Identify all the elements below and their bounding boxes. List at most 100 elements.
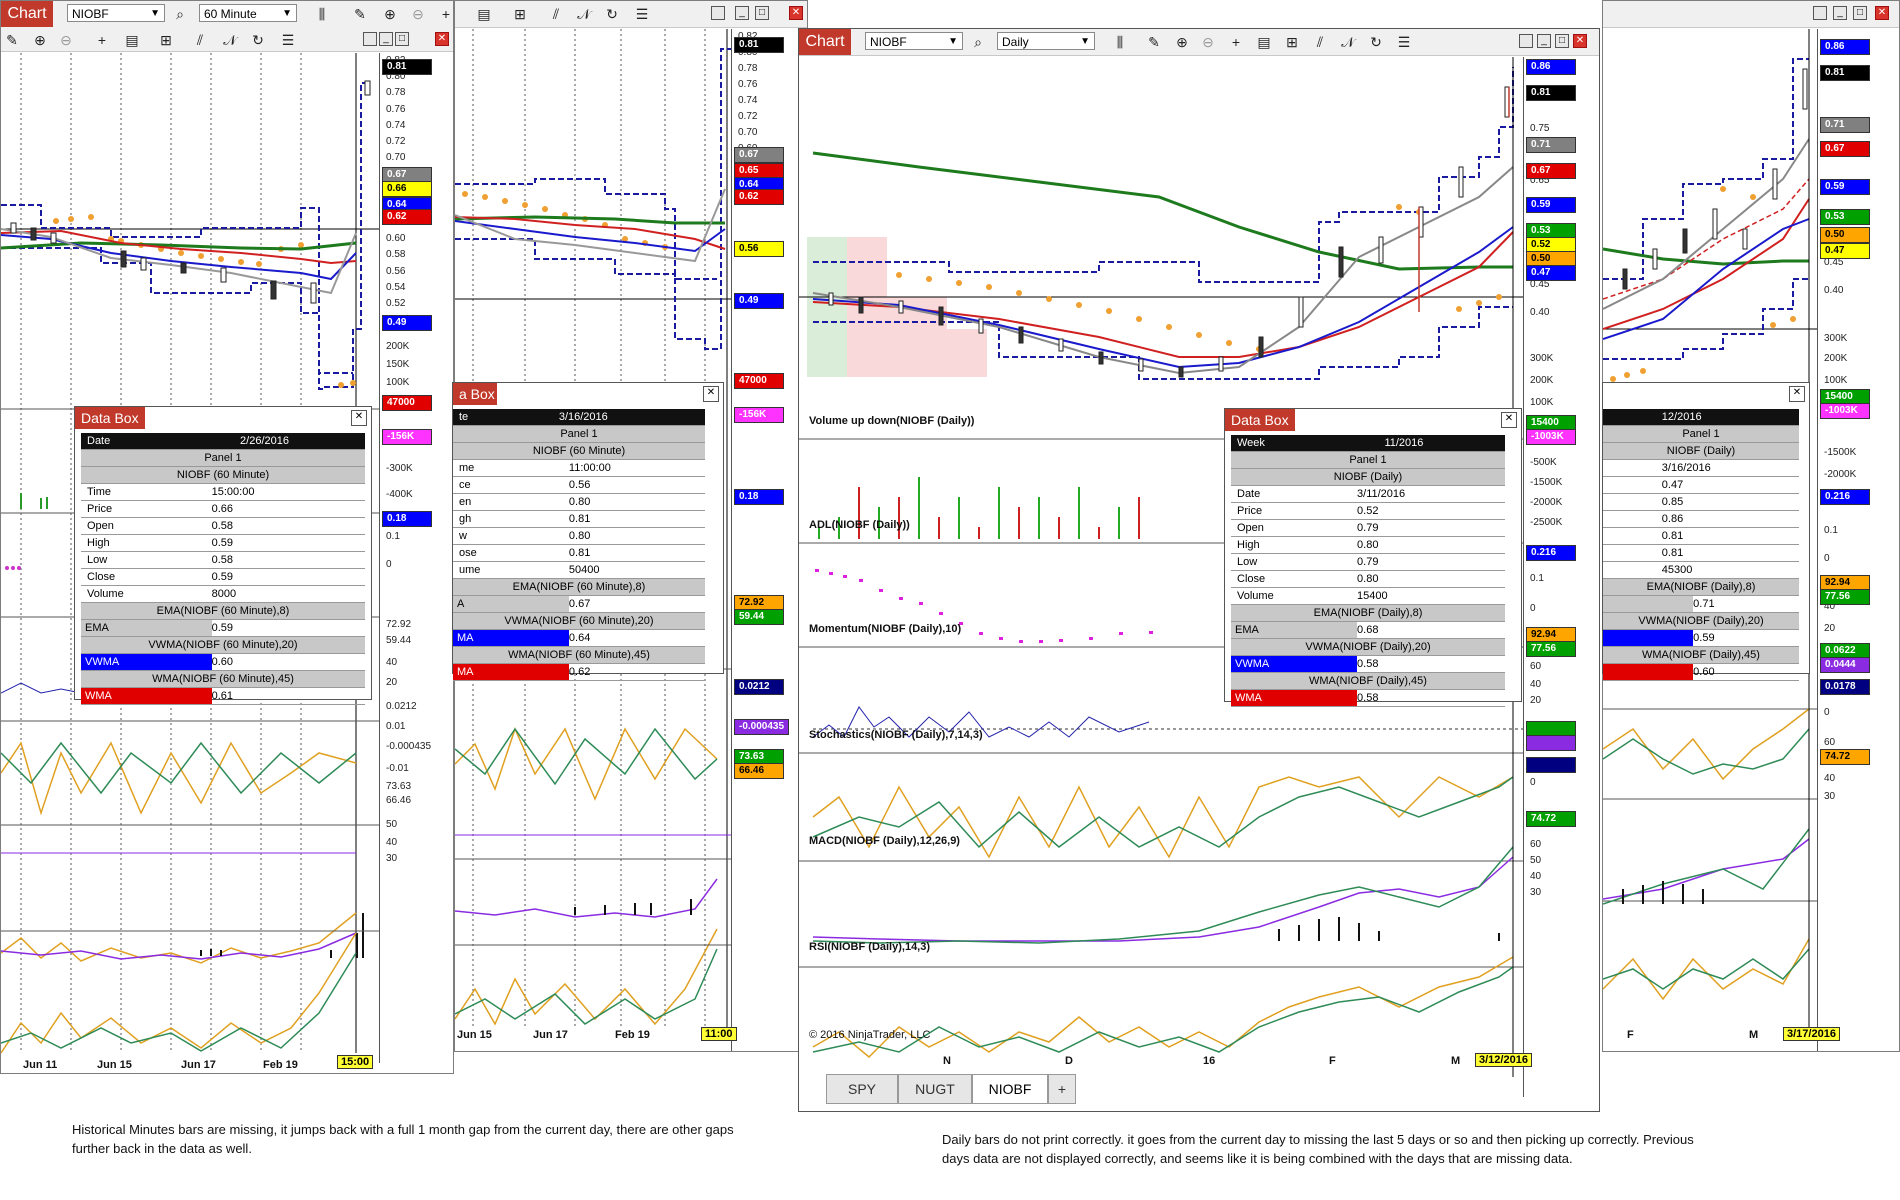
symbol-selector[interactable]: NIOBF ▼ — [865, 32, 963, 50]
minimize-button[interactable]: _ — [735, 6, 749, 20]
list-icon[interactable]: ☰ — [279, 31, 297, 49]
axis-tick: 0 — [1530, 603, 1536, 614]
search-icon[interactable]: ⌕ — [969, 33, 987, 51]
bar-type-icon[interactable]: ⫼ — [313, 5, 331, 23]
data-box-header: Data Box ✕ — [1225, 409, 1521, 431]
float-button[interactable] — [711, 6, 725, 20]
x-label: Jun 11 — [23, 1059, 58, 1071]
zoom-out-icon[interactable]: ⊖ — [409, 5, 427, 23]
reload-icon[interactable]: ↻ — [1367, 33, 1385, 51]
close-button[interactable]: ✕ — [789, 6, 803, 20]
list-icon[interactable]: ☰ — [633, 5, 651, 23]
minimize-button[interactable]: _ — [379, 32, 393, 46]
properties-icon[interactable]: ▤ — [1255, 33, 1273, 51]
tab-nugt[interactable]: NUGT — [898, 1074, 972, 1104]
indicator-icon[interactable]: 𝒩 — [1339, 33, 1357, 51]
interval-selector[interactable]: 60 Minute ▼ — [199, 4, 297, 22]
reload-icon[interactable]: ↻ — [603, 5, 621, 23]
zoom-in-icon[interactable]: ⊕ — [31, 31, 49, 49]
price-tag: 0.53 — [1820, 209, 1870, 225]
drawing-tools-icon[interactable]: ⫽ — [547, 5, 565, 23]
pencil-icon[interactable]: ✎ — [1145, 33, 1163, 51]
data-box-indicator-row: A 0.67 — [453, 596, 705, 613]
indicator-tag: 77.56 — [1526, 641, 1576, 657]
close-icon[interactable]: ✕ — [703, 386, 719, 402]
zoom-in-icon[interactable]: ⊕ — [381, 5, 399, 23]
chart-menu-button[interactable]: Chart — [799, 29, 851, 55]
minimize-button[interactable]: _ — [1833, 6, 1847, 20]
axis-tick: 40 — [1530, 871, 1542, 882]
data-box-daily-2[interactable]: ✕ 12/2016 Panel 1 NIOBF (Daily) 3/16/201… — [1602, 382, 1810, 681]
data-box-indicator-key — [1603, 630, 1694, 646]
maximize-button[interactable]: □ — [1555, 34, 1569, 48]
close-button[interactable]: ✕ — [1573, 34, 1587, 48]
data-box-indicator-title: EMA(NIOBF (60 Minute),8) — [81, 603, 365, 620]
volume-panel-label: Volume up down(NIOBF (Daily)) — [809, 415, 975, 427]
crosshair-icon[interactable]: + — [93, 31, 111, 49]
data-box-60min-2[interactable]: a Box ✕ te 3/16/2016 Panel 1 NIOBF (60 Mi… — [452, 382, 724, 681]
price-axis[interactable]: 0.750.400.45300K200K100K-1500K-2000K-250… — [1817, 29, 1899, 1051]
data-box-indicator-title: WMA(NIOBF (Daily),45) — [1603, 647, 1799, 664]
add-tab-button[interactable]: + — [1048, 1074, 1076, 1104]
zoom-in-icon[interactable]: ⊕ — [1173, 33, 1191, 51]
strategy-icon[interactable]: ⊞ — [511, 5, 529, 23]
data-box-indicator-value: 0.61 — [211, 690, 234, 702]
data-box-row: Price 0.66 — [81, 501, 365, 518]
data-box-indicator-key: WMA — [1231, 690, 1358, 706]
float-button[interactable] — [363, 32, 377, 46]
x-label: Feb 19 — [263, 1059, 298, 1071]
axis-tick: 150K — [386, 359, 410, 370]
maximize-button[interactable]: □ — [395, 32, 409, 46]
close-button[interactable]: ✕ — [1875, 6, 1889, 20]
float-button[interactable] — [1519, 34, 1533, 48]
tab-spy[interactable]: SPY — [826, 1074, 898, 1104]
search-icon[interactable]: ⌕ — [171, 5, 189, 23]
pencil-icon[interactable]: ✎ — [3, 31, 21, 49]
data-box-indicator-value: 0.71 — [1693, 598, 1715, 610]
zoom-out-icon[interactable]: ⊖ — [57, 31, 75, 49]
price-tag: 0.81 — [382, 59, 432, 75]
price-axis[interactable]: 0.750.650.550.500.450.40300K200K100K0K-5… — [1523, 57, 1599, 1097]
zoom-out-icon[interactable]: ⊖ — [1199, 33, 1217, 51]
axis-tick: 40 — [1530, 679, 1542, 690]
price-tag: 0.62 — [734, 189, 784, 205]
price-axis[interactable]: 0.820.800.780.760.740.720.700.600.580.54… — [731, 29, 807, 1051]
price-axis[interactable]: 0.820.800.780.760.740.720.700.680.660.64… — [379, 53, 450, 1063]
axis-tick: 100K — [1530, 397, 1554, 408]
data-box-row: ose 0.81 — [453, 545, 705, 562]
close-icon[interactable]: ✕ — [351, 410, 367, 426]
close-icon[interactable]: ✕ — [1501, 412, 1517, 428]
maximize-button[interactable]: □ — [1853, 6, 1867, 20]
data-box-series: NIOBF (Daily) — [1231, 469, 1505, 486]
close-icon[interactable]: ✕ — [1789, 386, 1805, 402]
bar-type-icon[interactable]: ⫼ — [1111, 33, 1129, 51]
properties-icon[interactable]: ▤ — [475, 5, 493, 23]
drawing-tools-icon[interactable]: ⫽ — [1311, 33, 1329, 51]
strategy-icon[interactable]: ⊞ — [1283, 33, 1301, 51]
symbol-selector[interactable]: NIOBF ▼ — [67, 4, 165, 22]
interval-selector[interactable]: Daily ▼ — [997, 32, 1095, 50]
indicator-tag — [1526, 757, 1576, 773]
data-box-value: 0.79 — [1357, 522, 1379, 534]
tab-niobf[interactable]: NIOBF — [972, 1074, 1048, 1104]
indicator-icon[interactable]: 𝒩 — [221, 31, 239, 49]
axis-tick: 300K — [1530, 353, 1554, 364]
close-button[interactable]: ✕ — [435, 32, 449, 46]
crosshair-icon[interactable]: + — [437, 5, 453, 23]
crosshair-icon[interactable]: + — [1227, 33, 1245, 51]
drawing-tools-icon[interactable]: ⫽ — [191, 31, 209, 49]
strategy-icon[interactable]: ⊞ — [157, 31, 175, 49]
maximize-button[interactable]: □ — [755, 6, 769, 20]
data-box-key: High — [87, 537, 110, 549]
reload-icon[interactable]: ↻ — [249, 31, 267, 49]
axis-tick: 0 — [1824, 707, 1830, 718]
properties-icon[interactable]: ▤ — [123, 31, 141, 49]
indicator-icon[interactable]: 𝒩 — [575, 5, 593, 23]
minimize-button[interactable]: _ — [1537, 34, 1551, 48]
pencil-icon[interactable]: ✎ — [351, 5, 369, 23]
list-icon[interactable]: ☰ — [1395, 33, 1413, 51]
data-box-60min[interactable]: Data Box ✕ Date 2/26/2016 Panel 1 NIOBF (… — [74, 406, 372, 705]
float-button[interactable] — [1813, 6, 1827, 20]
data-box-daily[interactable]: Data Box ✕ Week 11/2016 Panel 1 NIOBF (Da… — [1224, 408, 1522, 707]
chart-menu-button[interactable]: Chart — [1, 1, 53, 27]
